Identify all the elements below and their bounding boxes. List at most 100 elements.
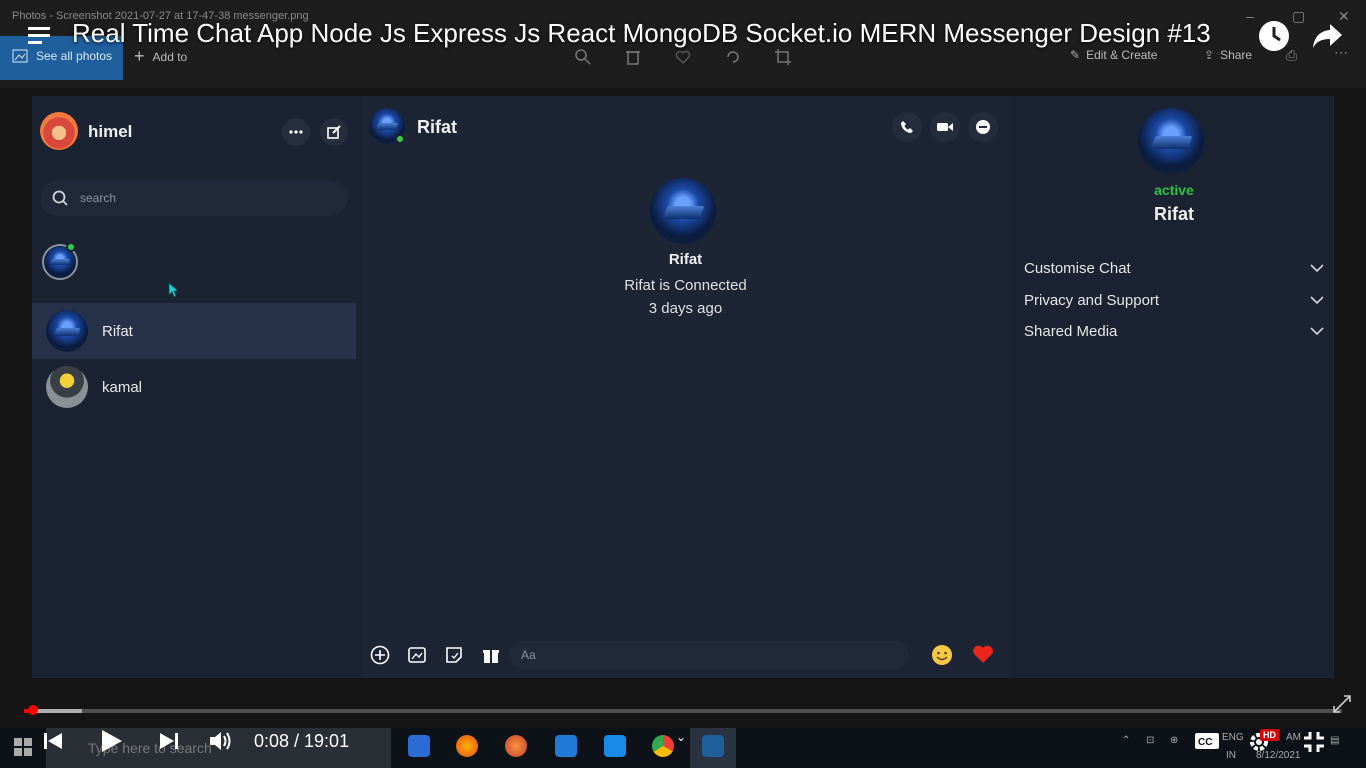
next-icon[interactable]	[158, 730, 180, 752]
video-time: 0:08 / 19:01	[254, 731, 350, 751]
image-icon[interactable]	[407, 645, 427, 665]
option-label: Shared Media	[1024, 322, 1118, 340]
video-camera-icon	[937, 121, 953, 133]
my-avatar[interactable]	[40, 112, 78, 150]
see-all-label: See all photos	[36, 49, 113, 63]
mouse-cursor-icon	[168, 282, 180, 298]
maximize-icon[interactable]: ▢	[1292, 8, 1305, 25]
video-progress-track[interactable]	[24, 709, 1342, 713]
active-friend-avatar[interactable]	[42, 242, 78, 280]
friend-name: kamal	[102, 378, 143, 396]
clock-time: AM	[1286, 732, 1301, 743]
friend-avatar	[46, 366, 88, 408]
messenger-app: himel Rifat kamal	[32, 96, 1334, 678]
profile-name: Rifat	[1154, 204, 1194, 224]
exit-fullscreen-icon[interactable]	[1302, 730, 1326, 754]
more-options-button[interactable]	[282, 118, 310, 146]
chevron-down-icon	[1310, 264, 1324, 272]
heart-icon[interactable]	[972, 644, 994, 666]
delete-icon[interactable]	[624, 48, 642, 66]
globe-icon[interactable]: ⊕	[1170, 735, 1178, 746]
chat-avatar[interactable]	[369, 108, 405, 144]
chat-panel: Rifat Rifat Rifat is Connected 3 days ag…	[361, 96, 1010, 678]
remote-desktop-icon[interactable]	[555, 735, 577, 757]
option-label: Customise Chat	[1024, 259, 1131, 277]
customise-chat-option[interactable]: Customise Chat	[1024, 256, 1324, 280]
search-input[interactable]	[80, 191, 300, 205]
message-input[interactable]	[509, 641, 909, 669]
postman-icon[interactable]	[505, 735, 527, 757]
gift-icon[interactable]	[481, 645, 501, 665]
new-message-button[interactable]	[320, 118, 348, 146]
edit-create-button[interactable]: ✎ Edit & Create	[1070, 48, 1157, 62]
plus-icon: +	[134, 46, 145, 66]
favorite-icon[interactable]	[674, 48, 692, 66]
left-sidebar: himel Rifat kamal	[32, 96, 356, 678]
captions-icon[interactable]: CC	[1194, 731, 1220, 751]
search-icon	[52, 190, 68, 206]
chevron-down-icon	[1310, 327, 1324, 335]
privacy-support-option[interactable]: Privacy and Support	[1024, 288, 1324, 312]
watch-later-icon[interactable]	[1258, 20, 1290, 52]
share-icon: ⇪	[1204, 48, 1215, 62]
online-indicator	[395, 134, 405, 144]
emoji-icon[interactable]	[930, 643, 954, 667]
share-label: Share	[1220, 48, 1253, 62]
shared-media-option[interactable]: Shared Media	[1024, 319, 1324, 343]
chevron-down-icon	[1310, 296, 1324, 304]
language-top: ENG	[1222, 732, 1244, 743]
expand-icon[interactable]	[1332, 694, 1352, 714]
notification-icon[interactable]: ▤	[1330, 735, 1339, 746]
online-indicator	[66, 242, 76, 252]
video-call-button[interactable]	[930, 112, 960, 142]
sticker-icon[interactable]	[444, 645, 464, 665]
friend-avatar	[46, 310, 88, 352]
network-icon[interactable]: ⊡	[1146, 735, 1154, 746]
windows-start-icon[interactable]	[14, 738, 32, 756]
play-icon[interactable]	[98, 728, 124, 754]
vscode-icon[interactable]	[604, 735, 626, 757]
compose-icon	[327, 125, 341, 139]
firefox-icon[interactable]	[456, 735, 478, 757]
video-title[interactable]: Real Time Chat App Node Js Express Js Re…	[72, 18, 1211, 49]
ellipsis-icon	[289, 130, 303, 134]
rotate-icon[interactable]	[724, 48, 742, 66]
volume-icon[interactable]	[208, 729, 234, 753]
tray-chevron-icon[interactable]: ⌃	[1122, 735, 1130, 746]
zoom-icon[interactable]	[574, 48, 592, 66]
add-to-button[interactable]: + Add to	[134, 46, 187, 67]
last-active-time: 3 days ago	[648, 300, 723, 317]
profile-panel: active Rifat Customise Chat Privacy and …	[1014, 96, 1334, 678]
edit-create-label: Edit & Create	[1086, 48, 1158, 62]
option-label: Privacy and Support	[1024, 291, 1160, 309]
connected-status: Rifat is Connected	[624, 277, 747, 294]
chat-info-button[interactable]	[968, 112, 998, 142]
photos-taskbar-icon	[702, 735, 724, 757]
previous-icon[interactable]	[42, 730, 64, 752]
my-name: himel	[88, 122, 133, 141]
edit-icon: ✎	[1070, 48, 1081, 62]
chrome-icon[interactable]	[652, 735, 674, 757]
minimize-icon[interactable]: –	[1246, 8, 1254, 24]
more-circle-icon	[975, 119, 991, 135]
friend-item-kamal[interactable]: kamal	[32, 359, 356, 415]
chat-header: Rifat	[361, 96, 1010, 156]
menu-icon[interactable]	[28, 26, 50, 44]
voice-call-button[interactable]	[892, 112, 922, 142]
friend-item-rifat[interactable]: Rifat	[32, 303, 356, 359]
chevron-down-icon[interactable]: ⌄	[676, 730, 686, 744]
photos-icon	[12, 49, 28, 63]
taskview-app-icon[interactable]	[408, 735, 430, 757]
add-circle-icon[interactable]	[370, 645, 390, 665]
crop-icon[interactable]	[774, 48, 792, 66]
svg-text:CC: CC	[1198, 737, 1212, 748]
friend-search[interactable]	[40, 180, 348, 216]
friend-name: Rifat	[102, 322, 133, 340]
hd-badge: HD	[1260, 729, 1279, 741]
language-bottom: IN	[1226, 750, 1236, 761]
chat-intro-name: Rifat	[668, 251, 703, 268]
video-share-icon[interactable]	[1312, 22, 1344, 50]
scrubber-handle[interactable]	[28, 705, 39, 715]
photos-share-button[interactable]: ⇪ Share	[1204, 48, 1252, 62]
message-composer	[361, 633, 1010, 677]
